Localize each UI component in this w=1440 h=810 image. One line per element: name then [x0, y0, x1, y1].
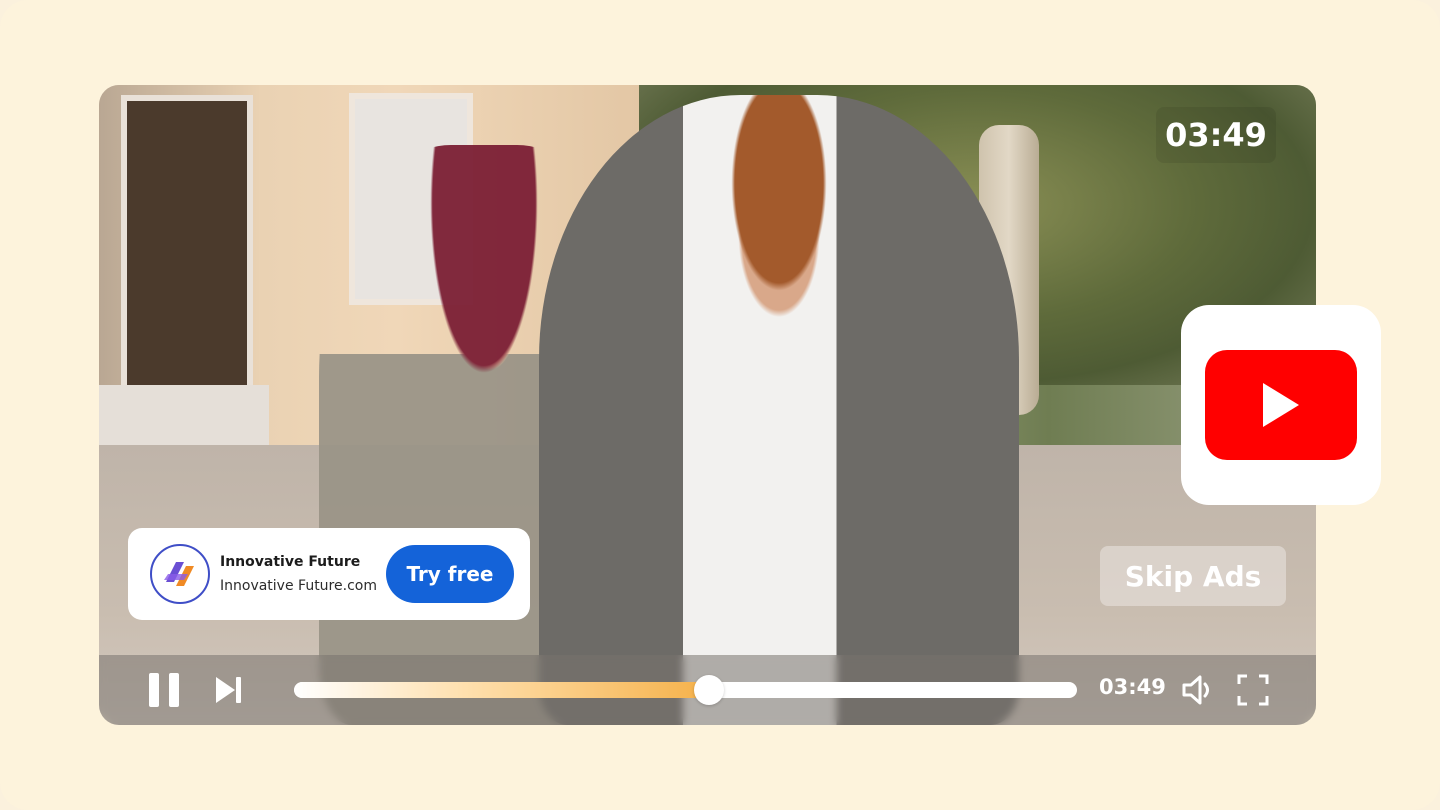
ad-text-block: Innovative Future Innovative Future.com: [220, 554, 386, 594]
progress-bar-handle[interactable]: [693, 675, 724, 705]
ad-overlay-card[interactable]: Innovative Future Innovative Future.com …: [128, 528, 530, 620]
youtube-logo-icon: [1205, 350, 1357, 460]
video-player[interactable]: 03:49 Skip Ads Innovative Future Innovat…: [99, 85, 1316, 725]
pause-icon[interactable]: [149, 673, 181, 707]
ad-company-name: Innovative Future: [220, 554, 361, 570]
youtube-badge: [1181, 305, 1381, 505]
ad-countdown-timer: 03:49: [1156, 107, 1276, 163]
volume-icon[interactable]: [1181, 673, 1217, 707]
progress-bar-fill: [294, 682, 709, 698]
fullscreen-icon[interactable]: [1237, 674, 1269, 706]
video-frame-man: [539, 95, 1019, 725]
innovative-future-logo-icon: [150, 544, 210, 604]
player-controls-bar: 03:49: [99, 655, 1316, 725]
video-frame-door: [121, 95, 253, 397]
progress-bar[interactable]: [294, 682, 1077, 698]
ad-company-url[interactable]: Innovative Future.com: [220, 578, 386, 594]
skip-ads-button[interactable]: Skip Ads: [1100, 546, 1286, 606]
try-free-button[interactable]: Try free: [386, 545, 514, 603]
current-time-label: 03:49: [1099, 675, 1166, 699]
skip-next-icon[interactable]: [214, 674, 244, 706]
